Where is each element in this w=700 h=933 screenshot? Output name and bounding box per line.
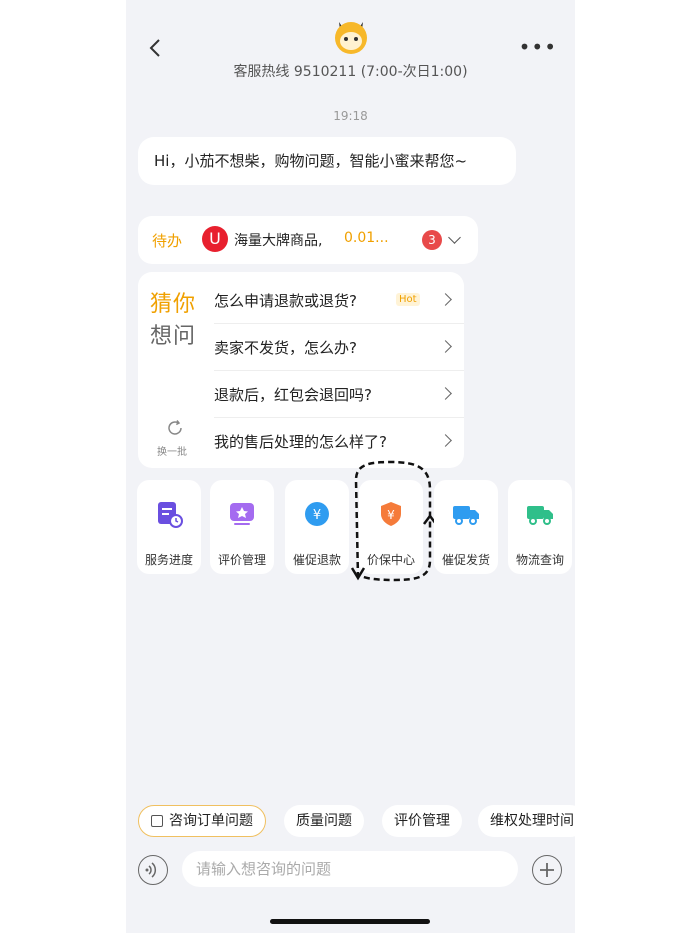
voice-icon[interactable] [138, 855, 168, 885]
todo-price: 0.01... [344, 230, 389, 246]
svg-text:¥: ¥ [313, 508, 321, 523]
tool-price-protection[interactable]: ¥ 价保中心 [359, 480, 423, 574]
chevron-right-icon [439, 387, 452, 400]
faq-question[interactable]: 我的售后处理的怎么样了? [214, 417, 464, 464]
quick-reply-chips: 咨询订单问题 质量问题 评价管理 维权处理时间 [138, 805, 575, 839]
chip-label: 评价管理 [394, 813, 450, 829]
faq-question-text: 退款后，红包会退回吗? [214, 386, 372, 404]
faq-guess-title-2: 想问 [150, 324, 197, 349]
todo-card[interactable]: 待办 U 海量大牌商品, 0.01... 3 [138, 216, 478, 264]
chip-review[interactable]: 评价管理 [382, 805, 462, 837]
tool-label: 催促退款 [292, 553, 341, 567]
more-dots-icon[interactable]: ••• [519, 37, 557, 57]
faq-question-text: 卖家不发货，怎么办? [214, 339, 357, 357]
greeting-bubble: Hi，小茄不想柴，购物问题，智能小蜜来帮您~ [138, 137, 516, 185]
faq-card: 猜你 想问 换一批 怎么申请退款或退货? Hot 卖家不发货，怎么办? 退款后，… [138, 272, 464, 468]
faq-question[interactable]: 退款后，红包会退回吗? [214, 370, 464, 418]
chevron-right-icon [439, 293, 452, 306]
todo-count-badge: 3 [422, 230, 442, 250]
chevron-right-icon [439, 340, 452, 353]
tool-logistics-query[interactable]: 物流查询 [508, 480, 572, 574]
message-time: 19:18 [333, 109, 368, 123]
tool-label: 物流查询 [515, 553, 564, 567]
review-icon [230, 503, 254, 525]
tool-urge-refund[interactable]: ¥ 催促退款 [285, 480, 349, 574]
tool-review-manage[interactable]: 评价管理 [210, 480, 274, 574]
message-input[interactable] [182, 851, 518, 887]
faq-question[interactable]: 卖家不发货，怎么办? [214, 323, 464, 371]
refund-icon: ¥ [305, 502, 329, 526]
todo-label: 待办 [152, 232, 183, 250]
price-shield-icon: ¥ [381, 502, 401, 526]
tool-service-progress[interactable]: 服务进度 [137, 480, 201, 574]
home-indicator [270, 919, 430, 924]
progress-doc-icon [158, 502, 183, 528]
tool-label: 价保中心 [366, 553, 415, 567]
chevron-right-icon [439, 434, 452, 447]
tool-label: 催促发货 [441, 553, 490, 567]
phone-screen: ••• 客服热线 9510211 (7:00-次日1:00) 19:18 Hi，… [126, 0, 575, 933]
tool-label: 评价管理 [217, 553, 266, 567]
chip-quality[interactable]: 质量问题 [284, 805, 364, 837]
chip-label: 维权处理时间 [490, 813, 574, 829]
logistics-truck-icon [527, 506, 553, 525]
order-icon [151, 815, 163, 827]
plus-icon[interactable] [532, 855, 562, 885]
service-tools: 服务进度 评价管理 ¥ 催促退款 ¥ 价保中心 催促发货 物流查询 [137, 480, 575, 574]
mascot-icon [335, 22, 367, 54]
chevron-down-icon[interactable] [448, 231, 461, 244]
chip-label: 咨询订单问题 [169, 813, 253, 829]
chip-order-question[interactable]: 咨询订单问题 [138, 805, 266, 837]
faq-guess-title-1: 猜你 [150, 292, 197, 317]
faq-question-text: 我的售后处理的怎么样了? [214, 433, 387, 451]
refresh-label[interactable]: 换一批 [157, 443, 187, 458]
tool-urge-shipping[interactable]: 催促发货 [434, 480, 498, 574]
faq-question[interactable]: 怎么申请退款或退货? Hot [214, 276, 464, 324]
truck-icon [453, 506, 479, 525]
svg-text:¥: ¥ [387, 508, 395, 522]
chip-dispute-time[interactable]: 维权处理时间 [478, 805, 575, 837]
chevron-left-icon[interactable] [148, 38, 162, 58]
todo-title: 海量大牌商品, [234, 233, 323, 249]
hotline-text: 客服热线 9510211 (7:00-次日1:00) [233, 64, 468, 80]
faq-question-text: 怎么申请退款或退货? [214, 292, 357, 310]
refresh-icon[interactable] [166, 419, 184, 437]
chip-label: 质量问题 [296, 813, 352, 829]
tool-label: 服务进度 [144, 553, 193, 567]
shop-logo: U [202, 226, 228, 252]
hot-badge: Hot [396, 293, 420, 306]
